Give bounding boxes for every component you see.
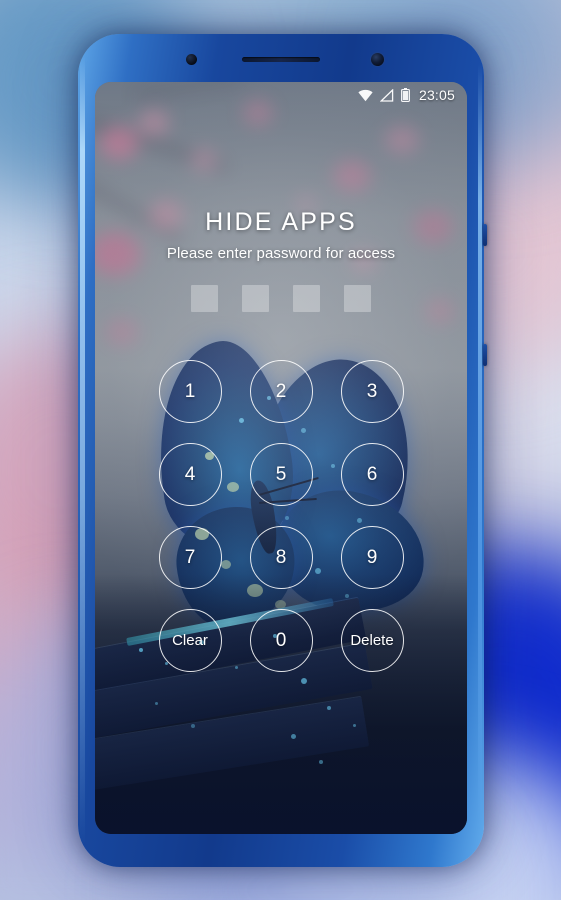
key-2[interactable]: 2 — [249, 360, 313, 423]
earpiece-speaker-icon — [242, 57, 320, 62]
key-3[interactable]: 3 — [340, 360, 404, 423]
proximity-sensor-icon — [186, 54, 197, 65]
key-5[interactable]: 5 — [249, 443, 313, 506]
key-0[interactable]: 0 — [249, 609, 313, 672]
front-camera-icon — [371, 53, 384, 66]
password-box-2[interactable] — [242, 285, 269, 312]
numeric-keypad: 1 2 3 4 5 6 7 8 9 Clear 0 Delete — [145, 360, 418, 672]
key-6[interactable]: 6 — [340, 443, 404, 506]
hide-apps-lock-screen: HIDE APPS Please enter password for acce… — [95, 82, 467, 834]
key-9[interactable]: 9 — [340, 526, 404, 589]
key-7[interactable]: 7 — [158, 526, 222, 589]
page-title: HIDE APPS — [205, 208, 357, 236]
volume-up-key[interactable] — [483, 344, 487, 366]
password-box-3[interactable] — [293, 285, 320, 312]
page-subtitle: Please enter password for access — [166, 245, 396, 262]
phone-device: 23:05 HIDE APPS Please enter password fo… — [78, 34, 487, 867]
password-input[interactable] — [191, 285, 371, 312]
key-8[interactable]: 8 — [249, 526, 313, 589]
password-box-4[interactable] — [344, 285, 371, 312]
password-box-1[interactable] — [191, 285, 218, 312]
key-4[interactable]: 4 — [158, 443, 222, 506]
key-1[interactable]: 1 — [158, 360, 222, 423]
key-delete[interactable]: Delete — [340, 609, 404, 672]
volume-down-key[interactable] — [483, 224, 487, 246]
key-clear[interactable]: Clear — [158, 609, 222, 672]
phone-screen: 23:05 HIDE APPS Please enter password fo… — [95, 82, 467, 834]
phone-top-hardware — [78, 48, 484, 70]
